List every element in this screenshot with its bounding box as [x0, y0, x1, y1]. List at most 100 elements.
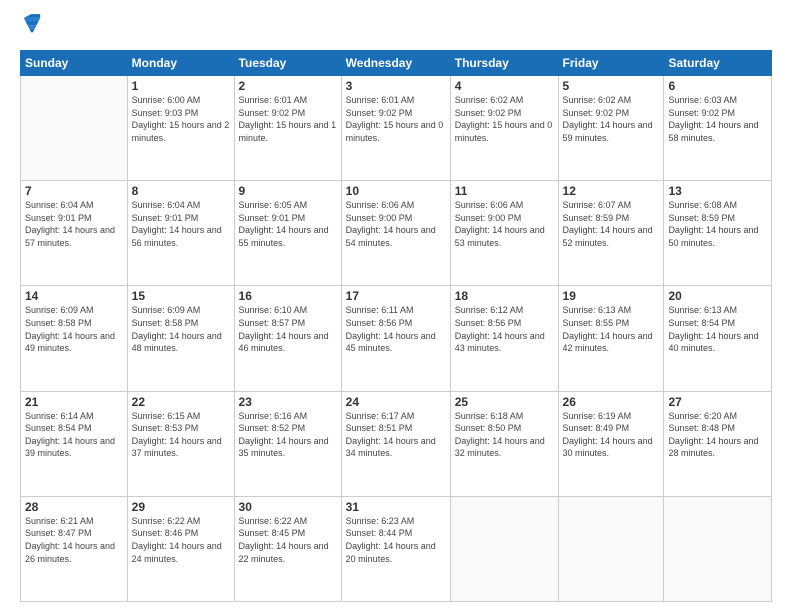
day-number: 25 — [455, 395, 554, 409]
sunrise-text: Sunrise: 6:15 AM — [132, 410, 230, 423]
sunset-text: Sunset: 9:00 PM — [455, 212, 554, 225]
header-monday: Monday — [127, 51, 234, 76]
sunrise-text: Sunrise: 6:20 AM — [668, 410, 767, 423]
sunset-text: Sunset: 8:58 PM — [132, 317, 230, 330]
sunrise-text: Sunrise: 6:07 AM — [563, 199, 660, 212]
sunrise-text: Sunrise: 6:00 AM — [132, 94, 230, 107]
sunset-text: Sunset: 8:54 PM — [25, 422, 123, 435]
sunset-text: Sunset: 9:01 PM — [25, 212, 123, 225]
day-number: 14 — [25, 289, 123, 303]
calendar-cell: 25 Sunrise: 6:18 AM Sunset: 8:50 PM Dayl… — [450, 391, 558, 496]
header-saturday: Saturday — [664, 51, 772, 76]
sunset-text: Sunset: 8:56 PM — [346, 317, 446, 330]
day-number: 16 — [239, 289, 337, 303]
sunrise-text: Sunrise: 6:13 AM — [563, 304, 660, 317]
daylight-text: Daylight: 15 hours and 0 minutes. — [346, 119, 446, 144]
day-detail: Sunrise: 6:15 AM Sunset: 8:53 PM Dayligh… — [132, 410, 230, 460]
daylight-text: Daylight: 14 hours and 40 minutes. — [668, 330, 767, 355]
calendar-cell: 26 Sunrise: 6:19 AM Sunset: 8:49 PM Dayl… — [558, 391, 664, 496]
day-number: 2 — [239, 79, 337, 93]
sunrise-text: Sunrise: 6:19 AM — [563, 410, 660, 423]
header-thursday: Thursday — [450, 51, 558, 76]
calendar-cell: 21 Sunrise: 6:14 AM Sunset: 8:54 PM Dayl… — [21, 391, 128, 496]
calendar-cell: 24 Sunrise: 6:17 AM Sunset: 8:51 PM Dayl… — [341, 391, 450, 496]
daylight-text: Daylight: 14 hours and 48 minutes. — [132, 330, 230, 355]
calendar-cell: 9 Sunrise: 6:05 AM Sunset: 9:01 PM Dayli… — [234, 181, 341, 286]
daylight-text: Daylight: 14 hours and 28 minutes. — [668, 435, 767, 460]
sunset-text: Sunset: 8:47 PM — [25, 527, 123, 540]
calendar-cell: 8 Sunrise: 6:04 AM Sunset: 9:01 PM Dayli… — [127, 181, 234, 286]
sunset-text: Sunset: 8:52 PM — [239, 422, 337, 435]
sunset-text: Sunset: 8:59 PM — [563, 212, 660, 225]
calendar-cell — [21, 76, 128, 181]
day-detail: Sunrise: 6:09 AM Sunset: 8:58 PM Dayligh… — [25, 304, 123, 354]
sunrise-text: Sunrise: 6:05 AM — [239, 199, 337, 212]
calendar-cell: 22 Sunrise: 6:15 AM Sunset: 8:53 PM Dayl… — [127, 391, 234, 496]
day-detail: Sunrise: 6:06 AM Sunset: 9:00 PM Dayligh… — [455, 199, 554, 249]
day-detail: Sunrise: 6:01 AM Sunset: 9:02 PM Dayligh… — [239, 94, 337, 144]
logo-icon — [22, 12, 42, 40]
sunrise-text: Sunrise: 6:04 AM — [25, 199, 123, 212]
day-detail: Sunrise: 6:14 AM Sunset: 8:54 PM Dayligh… — [25, 410, 123, 460]
day-number: 12 — [563, 184, 660, 198]
sunrise-text: Sunrise: 6:04 AM — [132, 199, 230, 212]
sunset-text: Sunset: 9:02 PM — [455, 107, 554, 120]
day-detail: Sunrise: 6:13 AM Sunset: 8:55 PM Dayligh… — [563, 304, 660, 354]
calendar-cell: 29 Sunrise: 6:22 AM Sunset: 8:46 PM Dayl… — [127, 496, 234, 601]
daylight-text: Daylight: 14 hours and 37 minutes. — [132, 435, 230, 460]
calendar-cell: 2 Sunrise: 6:01 AM Sunset: 9:02 PM Dayli… — [234, 76, 341, 181]
calendar-cell: 18 Sunrise: 6:12 AM Sunset: 8:56 PM Dayl… — [450, 286, 558, 391]
sunset-text: Sunset: 9:01 PM — [132, 212, 230, 225]
calendar-cell: 3 Sunrise: 6:01 AM Sunset: 9:02 PM Dayli… — [341, 76, 450, 181]
day-detail: Sunrise: 6:02 AM Sunset: 9:02 PM Dayligh… — [455, 94, 554, 144]
sunset-text: Sunset: 9:02 PM — [239, 107, 337, 120]
calendar-week-row: 21 Sunrise: 6:14 AM Sunset: 8:54 PM Dayl… — [21, 391, 772, 496]
sunrise-text: Sunrise: 6:21 AM — [25, 515, 123, 528]
calendar-cell: 5 Sunrise: 6:02 AM Sunset: 9:02 PM Dayli… — [558, 76, 664, 181]
calendar-week-row: 28 Sunrise: 6:21 AM Sunset: 8:47 PM Dayl… — [21, 496, 772, 601]
daylight-text: Daylight: 14 hours and 50 minutes. — [668, 224, 767, 249]
sunrise-text: Sunrise: 6:09 AM — [25, 304, 123, 317]
day-detail: Sunrise: 6:21 AM Sunset: 8:47 PM Dayligh… — [25, 515, 123, 565]
day-detail: Sunrise: 6:10 AM Sunset: 8:57 PM Dayligh… — [239, 304, 337, 354]
day-number: 4 — [455, 79, 554, 93]
sunset-text: Sunset: 8:50 PM — [455, 422, 554, 435]
daylight-text: Daylight: 15 hours and 1 minute. — [239, 119, 337, 144]
sunrise-text: Sunrise: 6:11 AM — [346, 304, 446, 317]
day-number: 26 — [563, 395, 660, 409]
sunset-text: Sunset: 8:46 PM — [132, 527, 230, 540]
day-number: 9 — [239, 184, 337, 198]
calendar-cell: 13 Sunrise: 6:08 AM Sunset: 8:59 PM Dayl… — [664, 181, 772, 286]
sunset-text: Sunset: 9:02 PM — [668, 107, 767, 120]
daylight-text: Daylight: 14 hours and 24 minutes. — [132, 540, 230, 565]
day-detail: Sunrise: 6:03 AM Sunset: 9:02 PM Dayligh… — [668, 94, 767, 144]
day-detail: Sunrise: 6:04 AM Sunset: 9:01 PM Dayligh… — [132, 199, 230, 249]
day-number: 24 — [346, 395, 446, 409]
calendar-cell: 11 Sunrise: 6:06 AM Sunset: 9:00 PM Dayl… — [450, 181, 558, 286]
day-detail: Sunrise: 6:13 AM Sunset: 8:54 PM Dayligh… — [668, 304, 767, 354]
day-detail: Sunrise: 6:09 AM Sunset: 8:58 PM Dayligh… — [132, 304, 230, 354]
day-detail: Sunrise: 6:01 AM Sunset: 9:02 PM Dayligh… — [346, 94, 446, 144]
day-detail: Sunrise: 6:11 AM Sunset: 8:56 PM Dayligh… — [346, 304, 446, 354]
calendar-week-row: 7 Sunrise: 6:04 AM Sunset: 9:01 PM Dayli… — [21, 181, 772, 286]
calendar-cell: 20 Sunrise: 6:13 AM Sunset: 8:54 PM Dayl… — [664, 286, 772, 391]
day-detail: Sunrise: 6:22 AM Sunset: 8:45 PM Dayligh… — [239, 515, 337, 565]
calendar-week-row: 14 Sunrise: 6:09 AM Sunset: 8:58 PM Dayl… — [21, 286, 772, 391]
daylight-text: Daylight: 14 hours and 58 minutes. — [668, 119, 767, 144]
sunrise-text: Sunrise: 6:01 AM — [346, 94, 446, 107]
daylight-text: Daylight: 14 hours and 39 minutes. — [25, 435, 123, 460]
sunset-text: Sunset: 9:02 PM — [563, 107, 660, 120]
day-number: 7 — [25, 184, 123, 198]
day-number: 5 — [563, 79, 660, 93]
calendar-cell: 19 Sunrise: 6:13 AM Sunset: 8:55 PM Dayl… — [558, 286, 664, 391]
day-number: 21 — [25, 395, 123, 409]
daylight-text: Daylight: 15 hours and 0 minutes. — [455, 119, 554, 144]
day-detail: Sunrise: 6:16 AM Sunset: 8:52 PM Dayligh… — [239, 410, 337, 460]
day-detail: Sunrise: 6:05 AM Sunset: 9:01 PM Dayligh… — [239, 199, 337, 249]
day-number: 10 — [346, 184, 446, 198]
day-number: 23 — [239, 395, 337, 409]
daylight-text: Daylight: 14 hours and 35 minutes. — [239, 435, 337, 460]
day-detail: Sunrise: 6:04 AM Sunset: 9:01 PM Dayligh… — [25, 199, 123, 249]
day-detail: Sunrise: 6:19 AM Sunset: 8:49 PM Dayligh… — [563, 410, 660, 460]
calendar-cell: 10 Sunrise: 6:06 AM Sunset: 9:00 PM Dayl… — [341, 181, 450, 286]
